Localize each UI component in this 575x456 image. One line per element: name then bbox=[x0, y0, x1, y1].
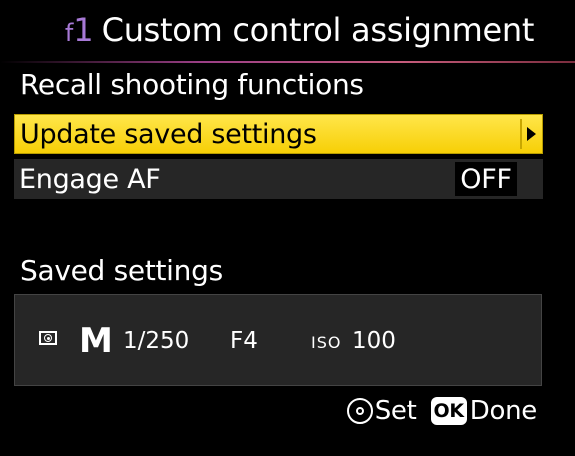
saved-settings-title: Saved settings bbox=[20, 254, 223, 287]
iso-value: 100 bbox=[352, 328, 396, 354]
menu-item-label: Engage AF bbox=[19, 163, 161, 195]
footer: Set OK Done bbox=[346, 394, 538, 428]
multi-selector-icon bbox=[346, 398, 373, 424]
done-label: Done bbox=[469, 396, 538, 426]
header: f1 Custom control assignment bbox=[0, 0, 575, 60]
page-title: Custom control assignment bbox=[101, 11, 535, 49]
matrix-metering-icon bbox=[39, 331, 57, 345]
aperture: F4 bbox=[230, 328, 258, 354]
saved-settings-panel: M 1/250 F4 ISO 100 bbox=[14, 294, 542, 386]
menu-item-value: OFF bbox=[455, 162, 517, 196]
menu-item-label: Update saved settings bbox=[20, 118, 317, 150]
ok-button-icon: OK bbox=[430, 397, 467, 425]
set-label: Set bbox=[374, 396, 417, 426]
iso-label: ISO bbox=[311, 333, 342, 352]
menu-item-engage-af[interactable]: Engage AF OFF bbox=[14, 159, 543, 199]
section-title: Recall shooting functions bbox=[20, 68, 364, 101]
shutter-speed: 1/250 bbox=[123, 328, 190, 354]
chevron-right-icon bbox=[520, 119, 540, 149]
exposure-mode: M bbox=[79, 321, 113, 361]
header-divider bbox=[0, 61, 575, 63]
menu-item-update-saved-settings[interactable]: Update saved settings bbox=[14, 114, 543, 154]
menu-code: f1 bbox=[64, 11, 94, 49]
